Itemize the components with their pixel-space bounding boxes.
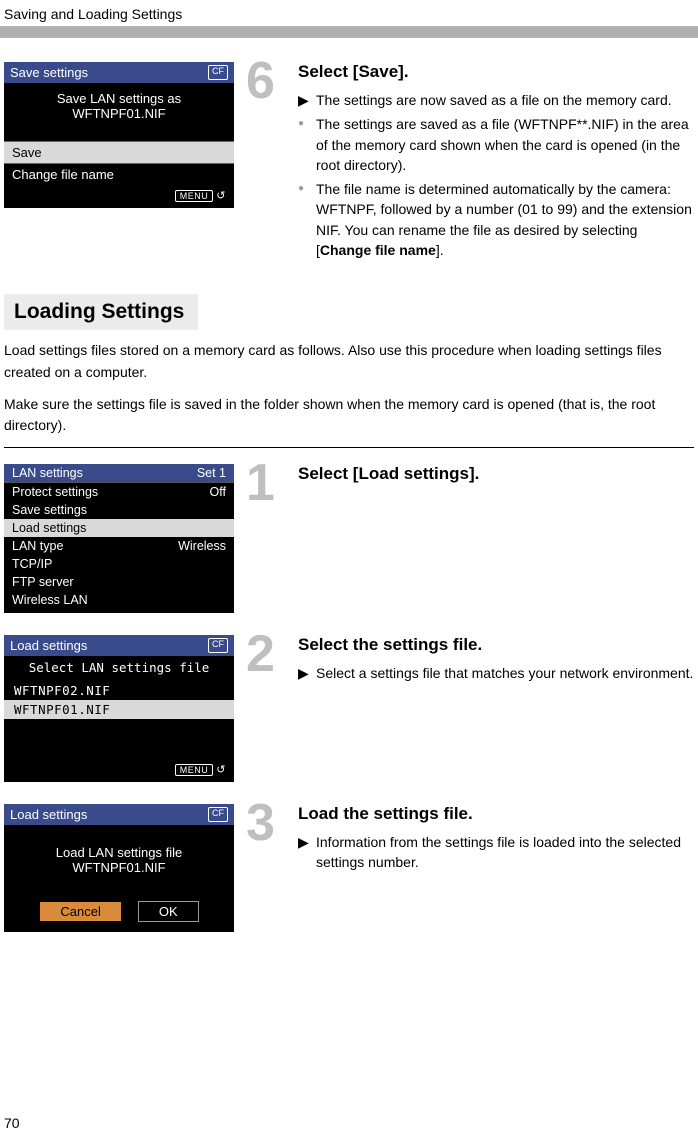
lcd-row-load[interactable]: Load settings: [4, 519, 234, 537]
lcd-file-1[interactable]: WFTNPF02.NIF: [4, 681, 234, 700]
menu-button-icon[interactable]: MENU: [175, 190, 214, 202]
step-3: Load settings CF Load LAN settings file …: [0, 804, 698, 932]
step-1: LAN settings Set 1 Protect settings Off …: [0, 464, 698, 613]
lcd-col-left: Load settings: [12, 521, 86, 535]
step-6: Save settings CF Save LAN settings as WF…: [0, 62, 698, 264]
lcd-titlebar: Save settings CF: [4, 62, 234, 83]
lcd-col-left: Protect settings: [12, 485, 98, 499]
lcd-body-line1: Save LAN settings as: [4, 91, 234, 106]
lcd-subtitle: Select LAN settings file: [4, 656, 234, 681]
lcd-body-line2: WFTNPF01.NIF: [4, 860, 234, 875]
lcd-body-line1: Load LAN settings file: [4, 845, 234, 860]
cancel-button[interactable]: Cancel: [39, 901, 121, 922]
result-arrow-icon: ▶: [298, 832, 310, 873]
step-3-title: Load the settings file.: [298, 804, 694, 824]
page-header: Saving and Loading Settings: [0, 0, 698, 26]
bullet-icon: ●: [298, 114, 310, 175]
step-6-text-3b: Change file name: [320, 242, 436, 258]
step-2-text-1: Select a settings file that matches your…: [316, 663, 694, 683]
menu-button-icon[interactable]: MENU: [175, 764, 214, 776]
loading-settings-heading: Loading Settings: [4, 294, 198, 330]
lcd-col-right: Set 1: [197, 466, 226, 480]
lcd-row-lantype[interactable]: LAN type Wireless: [4, 537, 234, 555]
lcd-bottom-bar: MENU↺: [4, 185, 234, 208]
cf-card-icon: CF: [208, 807, 228, 822]
lcd-row-lan-settings: LAN settings Set 1: [4, 464, 234, 482]
step-6-text-2: The settings are saved as a file (WFTNPF…: [316, 114, 694, 175]
cf-card-icon: CF: [208, 638, 228, 653]
lcd-button-row: Cancel OK: [4, 881, 234, 932]
result-arrow-icon: ▶: [298, 663, 310, 683]
step-6-text-1: The settings are now saved as a file on …: [316, 90, 694, 110]
lcd-col-left: LAN settings: [12, 466, 83, 480]
lcd-body-line2: WFTNPF01.NIF: [4, 106, 234, 121]
step-2: Load settings CF Select LAN settings fil…: [0, 635, 698, 782]
lcd-load-file-select: Load settings CF Select LAN settings fil…: [4, 635, 234, 782]
lcd-menu-change-file-name[interactable]: Change file name: [4, 163, 234, 185]
step-number-2: 2: [246, 635, 290, 782]
lcd-title: Save settings: [10, 65, 88, 80]
step-number-1: 1: [246, 464, 290, 613]
lcd-lan-settings: LAN settings Set 1 Protect settings Off …: [4, 464, 234, 613]
step-6-text-3: The file name is determined automaticall…: [316, 179, 694, 260]
lcd-row-wireless[interactable]: Wireless LAN: [4, 591, 234, 613]
loading-intro-2: Make sure the settings file is saved in …: [0, 394, 698, 437]
result-arrow-icon: ▶: [298, 90, 310, 110]
lcd-col-right: Wireless: [178, 539, 226, 553]
step-2-title: Select the settings file.: [298, 635, 694, 655]
lcd-titlebar: Load settings CF: [4, 804, 234, 825]
lcd-body: Save LAN settings as WFTNPF01.NIF: [4, 83, 234, 127]
lcd-col-left: TCP/IP: [12, 557, 52, 571]
lcd-row-tcpip[interactable]: TCP/IP: [4, 555, 234, 573]
lcd-col-left: Save settings: [12, 503, 87, 517]
lcd-col-right: Off: [210, 485, 226, 499]
loading-intro-1: Load settings files stored on a memory c…: [0, 340, 698, 383]
lcd-save-settings: Save settings CF Save LAN settings as WF…: [4, 62, 234, 264]
step-number-3: 3: [246, 804, 290, 932]
section-divider: [4, 447, 694, 448]
lcd-col-left: LAN type: [12, 539, 63, 553]
header-divider: [0, 26, 698, 38]
step-1-title: Select [Load settings].: [298, 464, 694, 484]
lcd-body: Load LAN settings file WFTNPF01.NIF: [4, 825, 234, 881]
lcd-col-left: FTP server: [12, 575, 74, 589]
lcd-col-left: Wireless LAN: [12, 593, 88, 607]
step-number-6: 6: [246, 62, 290, 264]
lcd-load-confirm: Load settings CF Load LAN settings file …: [4, 804, 234, 932]
ok-button[interactable]: OK: [138, 901, 199, 922]
lcd-row-save[interactable]: Save settings: [4, 501, 234, 519]
lcd-row-ftp[interactable]: FTP server: [4, 573, 234, 591]
lcd-file-2[interactable]: WFTNPF01.NIF: [4, 700, 234, 719]
step-6-text-3c: ].: [436, 242, 444, 258]
cf-card-icon: CF: [208, 65, 228, 80]
page-number: 70: [4, 1115, 20, 1131]
step-6-title: Select [Save].: [298, 62, 694, 82]
step-3-text-1: Information from the settings file is lo…: [316, 832, 694, 873]
lcd-row-protect[interactable]: Protect settings Off: [4, 482, 234, 501]
back-icon: ↺: [216, 764, 226, 776]
lcd-titlebar: Load settings CF: [4, 635, 234, 656]
back-icon: ↺: [216, 190, 226, 202]
lcd-title: Load settings: [10, 807, 87, 822]
lcd-bottom-bar: MENU↺: [4, 759, 234, 782]
bullet-icon: ●: [298, 179, 310, 260]
lcd-menu-save[interactable]: Save: [4, 141, 234, 163]
lcd-title: Load settings: [10, 638, 87, 653]
